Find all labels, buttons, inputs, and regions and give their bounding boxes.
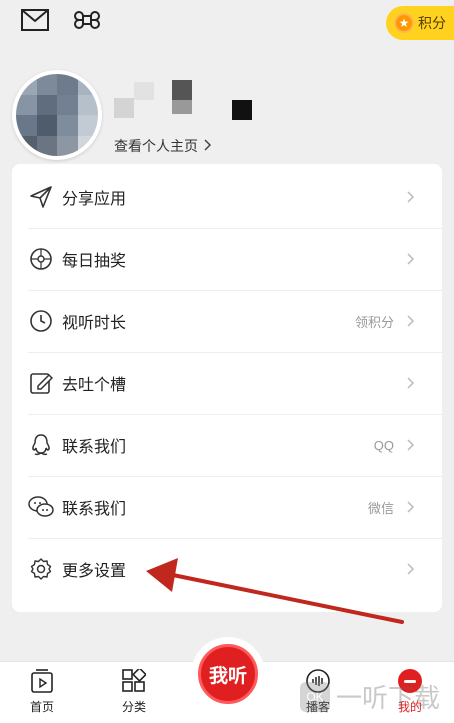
menu-item-label: 更多设置	[62, 563, 127, 580]
menu-item-hint: 微信	[367, 500, 394, 516]
menu-item-more-settings[interactable]: 更多设置	[12, 538, 442, 600]
settings-gear-icon	[28, 556, 54, 582]
menu-item-contact-qq[interactable]: 联系我们 QQ	[12, 414, 442, 476]
category-grid-icon	[121, 668, 147, 694]
menu-item-label: 联系我们	[62, 439, 127, 456]
tab-home[interactable]: 首页	[12, 668, 72, 715]
menu-item-hint: QQ	[373, 437, 394, 453]
menu-item-label: 每日抽奖	[62, 253, 127, 270]
points-button[interactable]: ★ 积分	[386, 6, 454, 40]
watermark: OK 一听下载	[300, 678, 440, 715]
tab-category[interactable]: 分类	[104, 668, 164, 715]
lottery-wheel-icon	[28, 246, 54, 272]
menu-item-label: 去吐个槽	[62, 377, 127, 394]
chevron-right-icon	[404, 314, 418, 328]
watermark-text: 一听下载	[336, 683, 441, 713]
tab-label: 分类	[121, 700, 146, 714]
chevron-right-icon	[404, 438, 418, 452]
center-listen-label: 我听	[198, 644, 258, 704]
chevron-right-icon	[404, 562, 418, 576]
points-label: 积分	[418, 15, 446, 31]
chevron-right-icon	[404, 500, 418, 514]
watermark-logo: OK	[300, 681, 330, 712]
clock-icon	[28, 308, 54, 334]
mail-icon[interactable]	[20, 6, 50, 34]
center-listen-button[interactable]: 我听	[191, 637, 265, 711]
menu-item-daily-lottery[interactable]: 每日抽奖	[12, 228, 442, 290]
top-bar: ★ 积分	[0, 0, 454, 44]
view-homepage-label: 查看个人主页	[114, 138, 198, 154]
qq-icon	[28, 432, 54, 458]
menu-item-share-app[interactable]: 分享应用	[12, 166, 442, 228]
star-coin-icon: ★	[394, 13, 414, 33]
share-icon	[28, 184, 54, 210]
menu-item-feedback[interactable]: 去吐个槽	[12, 352, 442, 414]
tab-label: 首页	[29, 700, 54, 714]
chevron-right-icon	[404, 376, 418, 390]
menu-item-contact-wechat[interactable]: 联系我们 微信	[12, 476, 442, 538]
menu-card: 分享应用 每日抽奖 视听时长 领积分 去吐个槽 联系我们 QQ 联系我们 微信 …	[12, 164, 442, 612]
edit-feedback-icon	[28, 370, 54, 396]
home-play-icon	[29, 668, 55, 694]
chevron-right-icon	[404, 190, 418, 204]
menu-item-label: 视听时长	[62, 315, 127, 332]
menu-item-label: 联系我们	[62, 501, 127, 518]
wechat-icon	[28, 494, 54, 520]
view-homepage-link[interactable]: 查看个人主页	[114, 136, 212, 156]
menu-item-hint: 领积分	[354, 314, 394, 330]
avatar-image	[16, 74, 98, 156]
avatar[interactable]	[12, 70, 102, 160]
chevron-right-icon	[404, 252, 418, 266]
chevron-right-icon	[204, 138, 212, 154]
command-apps-icon[interactable]	[72, 6, 102, 34]
menu-item-label: 分享应用	[62, 191, 127, 208]
menu-item-listening-time[interactable]: 视听时长 领积分	[12, 290, 442, 352]
